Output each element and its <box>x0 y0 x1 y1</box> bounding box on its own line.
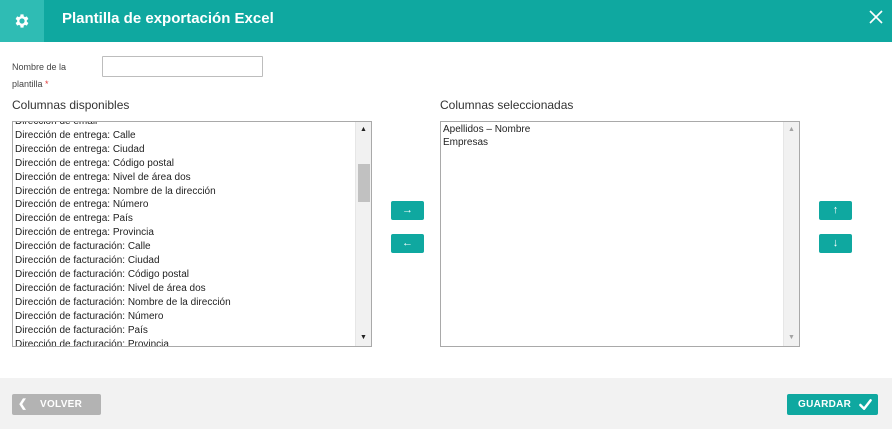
list-item[interactable]: Dirección de facturación: Número <box>15 310 353 324</box>
list-item[interactable]: Dirección de facturación: Provincia <box>15 338 353 347</box>
available-list-scrollbar[interactable]: ▲ ▼ <box>355 122 371 346</box>
dialog-footer: ❮ VOLVER GUARDAR <box>0 378 892 429</box>
scroll-up-arrow-icon[interactable]: ▲ <box>784 123 799 137</box>
selected-columns-items: Apellidos – Nombre Empresas <box>443 124 781 149</box>
settings-button[interactable] <box>0 0 44 42</box>
save-button[interactable]: GUARDAR <box>787 394 878 415</box>
add-column-button[interactable]: → <box>391 201 424 220</box>
available-columns-items: Dirección de email Dirección de entrega: … <box>15 122 353 347</box>
list-item[interactable]: Dirección de entrega: Código postal <box>15 157 353 171</box>
save-button-label: GUARDAR <box>798 399 852 410</box>
selected-list-scrollbar[interactable]: ▲ ▼ <box>783 122 799 346</box>
selected-columns-title: Columnas seleccionadas <box>440 98 574 112</box>
check-icon <box>859 399 872 410</box>
available-columns-list[interactable]: Dirección de email Dirección de entrega: … <box>12 121 372 347</box>
scroll-down-arrow-icon[interactable]: ▼ <box>784 331 799 345</box>
list-item[interactable]: Dirección de facturación: Código postal <box>15 268 353 282</box>
list-item[interactable]: Dirección de facturación: Calle <box>15 240 353 254</box>
move-up-button[interactable]: ↑ <box>819 201 852 220</box>
template-name-input[interactable] <box>102 56 263 77</box>
list-item[interactable]: Dirección de facturación: Ciudad <box>15 254 353 268</box>
list-item[interactable]: Dirección de entrega: Calle <box>15 129 353 143</box>
list-item[interactable]: Empresas <box>443 137 781 150</box>
list-item[interactable]: Dirección de email <box>15 122 353 129</box>
close-icon[interactable] <box>868 9 884 25</box>
list-item[interactable]: Dirección de entrega: Número <box>15 198 353 212</box>
list-item[interactable]: Dirección de facturación: País <box>15 324 353 338</box>
dialog-header: Plantilla de exportación Excel <box>0 0 892 42</box>
template-name-label-text: Nombre de la plantilla <box>12 62 67 89</box>
list-item[interactable]: Dirección de entrega: Ciudad <box>15 143 353 157</box>
scrollbar-thumb[interactable] <box>358 164 370 202</box>
available-columns-title: Columnas disponibles <box>12 98 130 112</box>
back-button[interactable]: ❮ VOLVER <box>12 394 101 415</box>
scroll-down-arrow-icon[interactable]: ▼ <box>356 331 371 345</box>
back-button-label: VOLVER <box>40 399 83 410</box>
list-item[interactable]: Apellidos – Nombre <box>443 124 781 137</box>
required-mark: * <box>45 79 49 89</box>
template-name-label: Nombre de la plantilla * <box>12 59 92 93</box>
selected-columns-list[interactable]: Apellidos – Nombre Empresas ▲ ▼ <box>440 121 800 347</box>
list-item[interactable]: Dirección de facturación: Nivel de área … <box>15 282 353 296</box>
gear-icon <box>15 14 29 28</box>
scroll-up-arrow-icon[interactable]: ▲ <box>356 123 371 137</box>
dialog-title: Plantilla de exportación Excel <box>62 10 274 27</box>
list-item[interactable]: Dirección de entrega: Nombre de la direc… <box>15 185 353 199</box>
chevron-left-icon: ❮ <box>18 398 28 410</box>
list-item[interactable]: Dirección de entrega: Nivel de área dos <box>15 171 353 185</box>
list-item[interactable]: Dirección de facturación: Nombre de la d… <box>15 296 353 310</box>
remove-column-button[interactable]: ← <box>391 234 424 253</box>
move-down-button[interactable]: ↓ <box>819 234 852 253</box>
list-item[interactable]: Dirección de entrega: Provincia <box>15 226 353 240</box>
list-item[interactable]: Dirección de entrega: País <box>15 212 353 226</box>
